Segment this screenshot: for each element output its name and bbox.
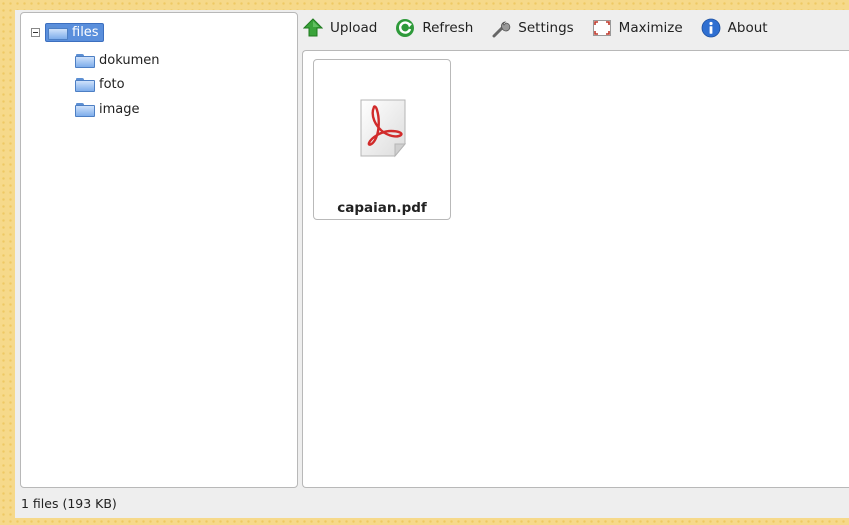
about-button[interactable]: About <box>701 18 768 38</box>
maximize-button[interactable]: Maximize <box>592 18 683 38</box>
upload-label: Upload <box>330 20 378 36</box>
maximize-label: Maximize <box>618 20 683 36</box>
folder-icon <box>75 53 95 68</box>
maximize-icon <box>592 20 611 36</box>
about-label: About <box>727 20 768 36</box>
refresh-button[interactable]: Refresh <box>395 18 473 38</box>
status-bar-text: 1 files (193 KB) <box>21 496 117 511</box>
upload-arrow-icon <box>303 18 323 37</box>
refresh-icon <box>396 19 415 37</box>
tree-item-foto[interactable]: foto <box>75 77 125 92</box>
folder-tree-panel: files dokumen foto image <box>20 12 298 488</box>
tree-item-label: image <box>99 102 140 117</box>
tree-item-label: foto <box>99 77 125 92</box>
tree-item-files[interactable]: files <box>45 23 104 42</box>
refresh-label: Refresh <box>422 20 474 36</box>
file-manager-window: files dokumen foto image Upload Refresh … <box>15 10 849 518</box>
folder-icon <box>75 77 95 92</box>
info-icon <box>701 18 721 38</box>
tree-item-label: files <box>72 25 99 40</box>
settings-label: Settings <box>518 20 574 36</box>
folder-icon <box>48 25 68 40</box>
settings-button[interactable]: Settings <box>491 18 574 38</box>
files-panel: capaian.pdf <box>302 50 849 488</box>
tree-root-row[interactable]: files <box>31 23 104 42</box>
pdf-icon <box>360 99 407 158</box>
wrench-icon <box>492 21 511 38</box>
tree-item-dokumen[interactable]: dokumen <box>75 53 159 68</box>
toolbar: Upload Refresh Settings Maximize About <box>303 14 786 42</box>
file-tile[interactable]: capaian.pdf <box>313 59 451 220</box>
tree-item-label: dokumen <box>99 53 160 68</box>
folder-icon <box>75 102 95 117</box>
collapse-toggle-icon[interactable] <box>31 28 40 37</box>
tree-item-image[interactable]: image <box>75 102 140 117</box>
file-name-label: capaian.pdf <box>337 200 427 216</box>
upload-button[interactable]: Upload <box>303 18 377 38</box>
